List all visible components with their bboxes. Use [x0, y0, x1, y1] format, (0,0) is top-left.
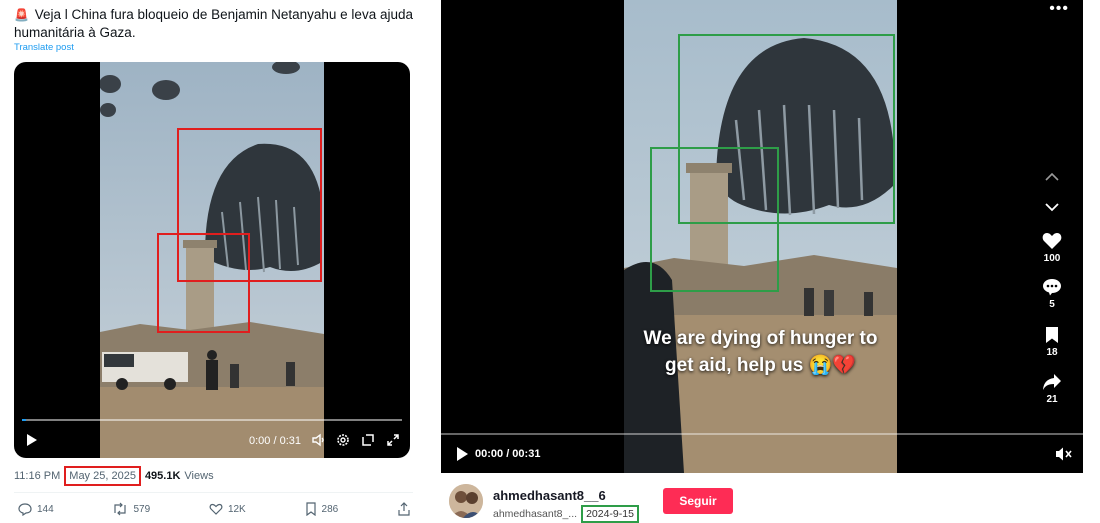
bookmark-icon: [305, 502, 316, 516]
fullscreen-icon[interactable]: [386, 433, 400, 447]
handle-row: ahmedhasant8_... 2024-9-15: [493, 505, 639, 523]
x-post: 🚨 Veja l China fura bloqueio de Benjamin…: [0, 0, 425, 523]
post-time[interactable]: 11:16 PM: [14, 470, 60, 482]
reply-icon: [18, 503, 32, 516]
volume-icon[interactable]: [312, 433, 326, 447]
siren-icon: 🚨: [14, 8, 29, 22]
popout-icon[interactable]: [361, 433, 375, 447]
like-button[interactable]: 100: [1039, 232, 1065, 264]
username[interactable]: ahmedhasant8__6: [493, 488, 606, 503]
heart-icon: [1042, 233, 1062, 249]
video-caption: We are dying of hunger to get aid, help …: [643, 328, 878, 376]
mute-icon[interactable]: [1055, 446, 1073, 462]
follow-button[interactable]: Seguir: [663, 488, 733, 514]
comment-button[interactable]: 5: [1039, 278, 1065, 310]
post-text: 🚨 Veja l China fura bloqueio de Benjamin…: [14, 6, 414, 41]
divider: [14, 492, 413, 493]
bookmark-button[interactable]: 286: [305, 502, 338, 516]
video-frame: [100, 62, 324, 458]
share-arrow-icon: [1043, 374, 1061, 390]
views-count: 495.1K: [144, 470, 181, 482]
tiktok-video-time: 00:00 / 00:31: [475, 448, 541, 460]
post-video[interactable]: 0:00 / 0:31: [14, 62, 410, 458]
share-button[interactable]: [397, 502, 411, 516]
repost-icon: [114, 502, 127, 516]
user-handle[interactable]: ahmedhasant8_...: [493, 508, 577, 520]
post-date[interactable]: May 25, 2025: [64, 466, 141, 486]
highlight-box-tower: [157, 233, 250, 333]
video-progress-bar[interactable]: [22, 419, 402, 421]
tiktok-video-frame: [624, 0, 897, 473]
like-button[interactable]: 12K: [209, 502, 246, 516]
post-actions: 144 579 12K 286: [18, 502, 411, 516]
tiktok-player[interactable]: ••• We are dying of hunger to get aid, h…: [441, 0, 1083, 523]
post-date: 2024-9-15: [581, 505, 639, 523]
chevron-up-icon[interactable]: [1044, 172, 1060, 182]
tiktok-author-bar: ahmedhasant8__6 ahmedhasant8_... 2024-9-…: [441, 473, 1083, 523]
heart-icon: [209, 503, 223, 515]
play-icon[interactable]: [455, 446, 469, 462]
repost-button[interactable]: 579: [112, 502, 150, 516]
comment-icon: [1043, 279, 1061, 296]
save-button[interactable]: 18: [1039, 326, 1065, 358]
bookmark-icon: [1046, 327, 1058, 343]
highlight-box-tower: [650, 147, 779, 292]
tiktok-progress-bar[interactable]: [441, 433, 1083, 435]
share-icon: [398, 502, 410, 516]
chevron-down-icon[interactable]: [1044, 202, 1060, 212]
translate-post-link[interactable]: Translate post: [14, 42, 74, 53]
share-button[interactable]: 21: [1039, 373, 1065, 405]
post-body: Veja l China fura bloqueio de Benjamin N…: [14, 7, 413, 40]
more-options-icon[interactable]: •••: [1049, 0, 1069, 18]
reply-button[interactable]: 144: [18, 502, 54, 516]
avatar[interactable]: [449, 484, 483, 518]
post-meta: 11:16 PM May 25, 2025 495.1K Views: [14, 466, 214, 486]
video-time: 0:00 / 0:31: [249, 435, 301, 447]
play-icon[interactable]: [24, 433, 38, 447]
views-label: Views: [184, 470, 214, 482]
settings-icon[interactable]: [336, 433, 350, 447]
